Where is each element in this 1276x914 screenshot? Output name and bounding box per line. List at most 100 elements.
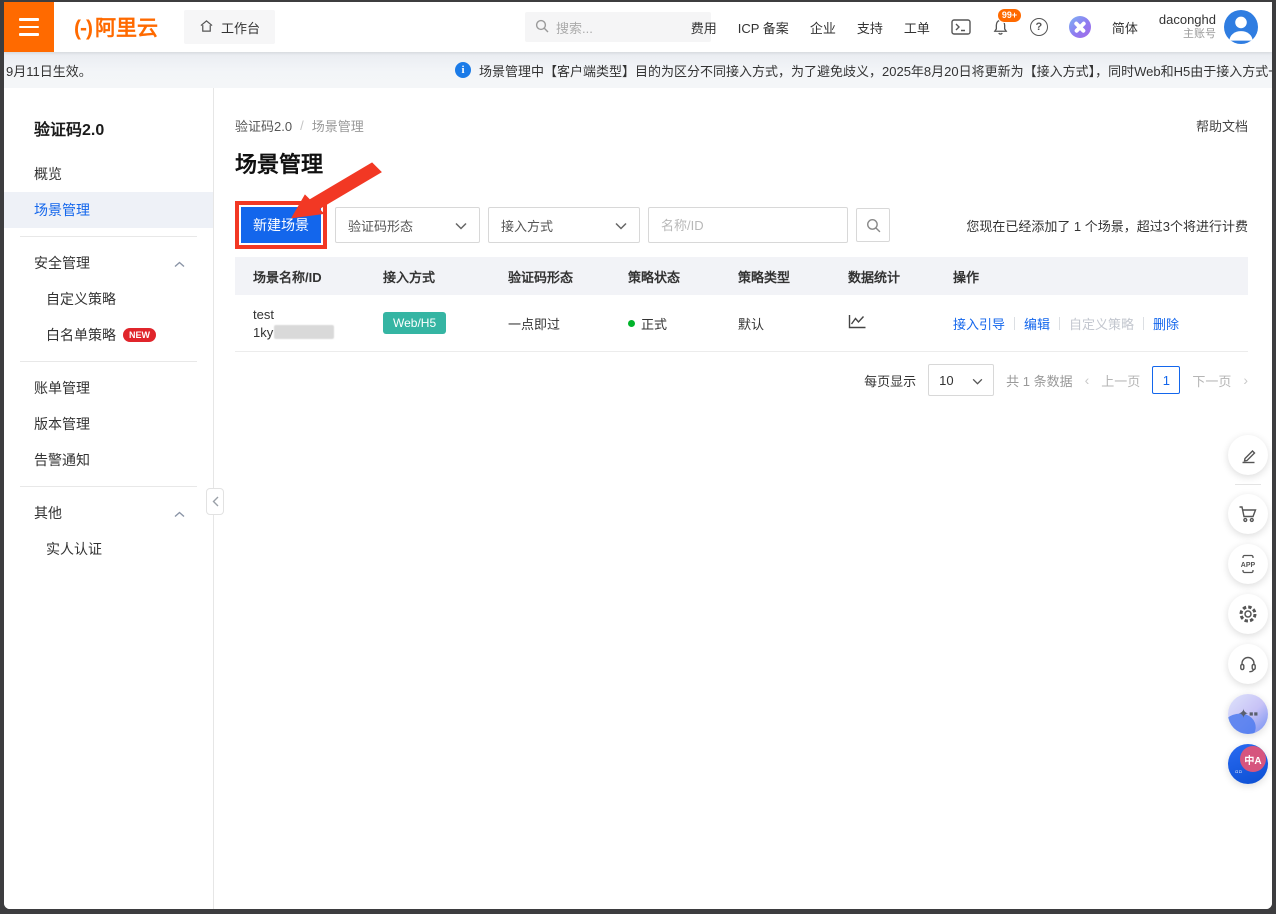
sidebar-item-alert-notification[interactable]: 告警通知 [4, 442, 213, 478]
access-method-filter[interactable]: 接入方式 [488, 207, 640, 243]
sidebar-divider [20, 361, 197, 362]
col-scene-name: 场景名称/ID [235, 267, 365, 286]
notification-bell[interactable]: 99+ [992, 18, 1009, 36]
sidebar: 验证码2.0 概览 场景管理 安全管理 自定义策略 白名单策略 NEW 账单管理… [4, 88, 214, 909]
menu-item-ticket[interactable]: 工单 [904, 18, 930, 37]
scene-quota-text: 您现在已经添加了 1 个场景，超过3个将进行计费 [966, 216, 1248, 235]
sidebar-divider [20, 236, 197, 237]
action-separator [1143, 317, 1144, 330]
help-doc-link[interactable]: 帮助文档 [1196, 116, 1248, 135]
page-title: 场景管理 [235, 147, 1248, 179]
floating-toolbar: APP ✦▪▪ 中A ▫▫ [1226, 435, 1270, 794]
pagination: 每页显示 10 共 1 条数据 ‹ 上一页 1 下一页 › [235, 364, 1248, 396]
status-dot [628, 320, 635, 327]
avatar[interactable] [1224, 10, 1258, 44]
col-access-method: 接入方式 [365, 267, 490, 286]
topbar-right-menu: 费用 ICP 备案 企业 支持 工单 99+ ? 简体 daconghd 主账号 [691, 2, 1258, 52]
next-page-arrow[interactable]: › [1243, 372, 1248, 388]
app-download-button[interactable]: APP [1228, 544, 1268, 584]
redacted-id [274, 325, 334, 339]
workbench-label: 工作台 [221, 18, 260, 37]
action-edit[interactable]: 编辑 [1024, 314, 1050, 333]
support-headset-button[interactable] [1228, 644, 1268, 684]
aliyun-logo-text: 阿里云 [95, 12, 158, 42]
prev-page-button[interactable]: 上一页 [1101, 371, 1140, 390]
app-center-icon[interactable] [1069, 16, 1091, 38]
action-delete[interactable]: 删除 [1153, 314, 1179, 333]
col-statistics: 数据统计 [830, 267, 935, 286]
total-count-text: 共 1 条数据 [1006, 371, 1072, 390]
scene-table: 场景名称/ID 接入方式 验证码形态 策略状态 策略类型 数据统计 操作 tes… [235, 257, 1248, 352]
action-custom-policy: 自定义策略 [1069, 314, 1134, 333]
per-page-label: 每页显示 [864, 371, 916, 390]
menu-item-enterprise[interactable]: 企业 [810, 18, 836, 37]
access-method-badge: Web/H5 [383, 312, 446, 334]
global-search-input[interactable]: 搜索... [525, 12, 711, 42]
hamburger-menu-icon[interactable] [4, 2, 54, 52]
sidebar-title: 验证码2.0 [4, 108, 213, 138]
menu-item-support[interactable]: 支持 [857, 18, 883, 37]
action-separator [1014, 317, 1015, 330]
sidebar-item-whitelist-policy[interactable]: 白名单策略 NEW [4, 317, 213, 353]
cart-button[interactable] [1228, 494, 1268, 534]
access-method-cell: Web/H5 [365, 312, 490, 334]
col-captcha-type: 验证码形态 [490, 267, 610, 286]
console-terminal-icon[interactable] [951, 19, 971, 35]
feedback-pencil-button[interactable] [1228, 435, 1268, 475]
name-id-input[interactable] [648, 207, 848, 243]
svg-text:APP: APP [1241, 562, 1256, 569]
home-icon [199, 19, 214, 36]
per-page-select[interactable]: 10 [928, 364, 994, 396]
col-policy-status: 策略状态 [610, 267, 720, 286]
language-switcher[interactable]: 简体 [1112, 18, 1138, 37]
sidebar-item-version-management[interactable]: 版本管理 [4, 406, 213, 442]
filter-toolbar: 新建场景 验证码形态 接入方式 您现在已经添加了 1 个场景，超 [235, 201, 1248, 249]
sidebar-item-real-person-auth[interactable]: 实人认证 [4, 531, 213, 567]
sidebar-group-security[interactable]: 安全管理 [4, 245, 213, 281]
page-number-1[interactable]: 1 [1152, 366, 1180, 394]
next-page-button[interactable]: 下一页 [1192, 371, 1231, 390]
chevron-up-icon [174, 505, 185, 521]
translate-button[interactable]: 中A ▫▫ [1228, 744, 1268, 784]
menu-item-billing[interactable]: 费用 [691, 18, 717, 37]
aliyun-logo[interactable]: (-) 阿里云 [74, 12, 158, 42]
chevron-up-icon [174, 255, 185, 271]
chevron-down-icon [615, 218, 627, 233]
sidebar-divider [20, 486, 197, 487]
annotation-highlight-box: 新建场景 [235, 201, 327, 249]
sidebar-collapse-button[interactable] [206, 488, 224, 515]
notice-left-text: 9月11日生效。 [4, 61, 92, 80]
help-icon[interactable]: ? [1030, 18, 1048, 36]
prev-page-arrow[interactable]: ‹ [1085, 372, 1090, 388]
menu-item-icp[interactable]: ICP 备案 [738, 18, 789, 37]
breadcrumb: 验证码2.0 / 场景管理 [235, 116, 364, 135]
sidebar-item-custom-policy[interactable]: 自定义策略 [4, 281, 213, 317]
account-type: 主账号 [1183, 28, 1216, 42]
sidebar-item-scene-management[interactable]: 场景管理 [4, 192, 213, 228]
settings-gear-button[interactable] [1228, 594, 1268, 634]
captcha-type-filter[interactable]: 验证码形态 [335, 207, 480, 243]
breadcrumb-separator: / [300, 118, 304, 133]
breadcrumb-root[interactable]: 验证码2.0 [235, 116, 292, 135]
create-scene-button[interactable]: 新建场景 [241, 207, 321, 243]
account-menu[interactable]: daconghd 主账号 [1159, 10, 1258, 44]
username: daconghd [1159, 12, 1216, 28]
filter-search-button[interactable] [856, 208, 890, 242]
col-policy-type: 策略类型 [720, 267, 830, 286]
policy-status-cell: 正式 [610, 314, 720, 333]
workbench-button[interactable]: 工作台 [184, 10, 275, 44]
sidebar-item-overview[interactable]: 概览 [4, 156, 213, 192]
ai-assistant-button[interactable]: ✦▪▪ [1228, 694, 1268, 734]
scene-id-prefix: 1ky [253, 325, 273, 340]
scene-name-cell: test 1ky [235, 307, 365, 340]
action-access-guide[interactable]: 接入引导 [953, 314, 1005, 333]
announcement-message: i 场景管理中【客户端类型】目的为区分不同接入方式，为了避免歧义，2025年8月… [455, 61, 1272, 80]
line-chart-icon[interactable] [848, 314, 867, 329]
table-header: 场景名称/ID 接入方式 验证码形态 策略状态 策略类型 数据统计 操作 [235, 257, 1248, 295]
sidebar-group-other[interactable]: 其他 [4, 495, 213, 531]
new-badge: NEW [123, 328, 156, 342]
statistics-cell [830, 314, 935, 332]
policy-type-cell: 默认 [720, 314, 830, 333]
sidebar-item-bill-management[interactable]: 账单管理 [4, 370, 213, 406]
actions-cell: 接入引导 编辑 自定义策略 删除 [935, 314, 1248, 333]
